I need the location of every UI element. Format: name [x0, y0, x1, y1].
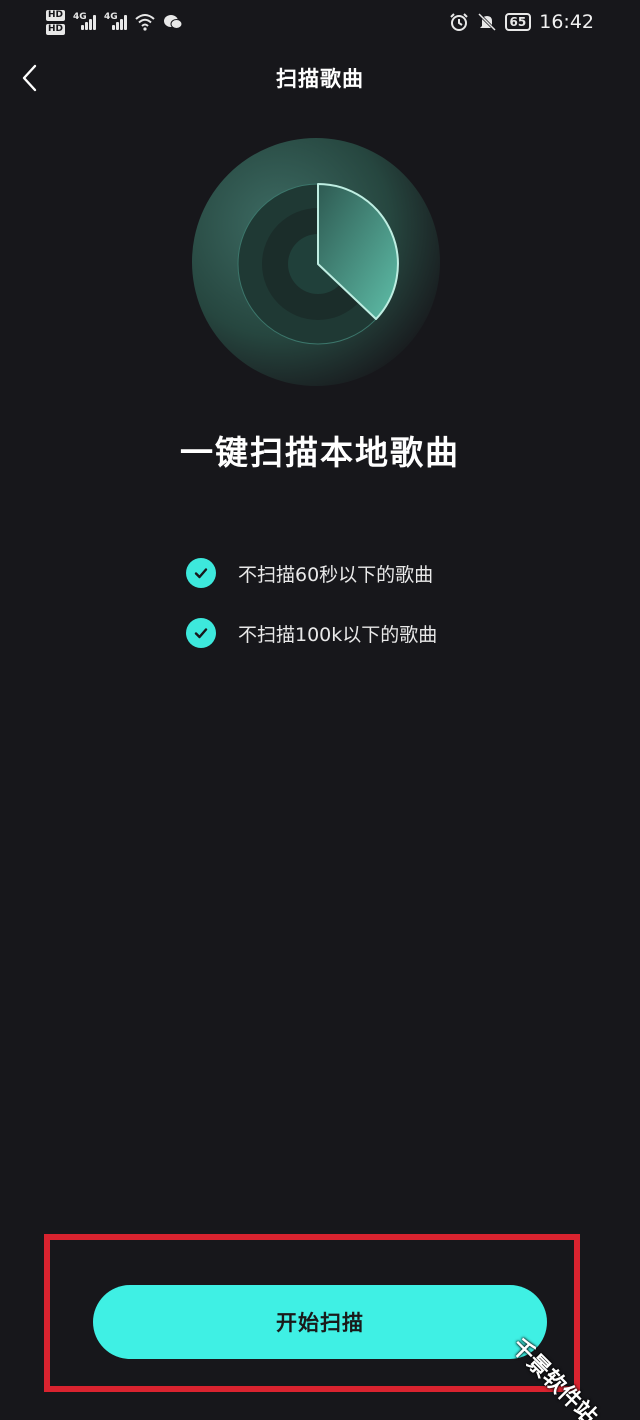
network-type-label: 4G — [104, 12, 118, 22]
hd-indicators: HD HD — [46, 9, 66, 35]
signal-icon: 4G — [104, 12, 128, 30]
page-title: 扫描歌曲 — [276, 67, 364, 91]
scan-rules-list: 不扫描60秒以下的歌曲 不扫描100k以下的歌曲 — [186, 556, 437, 676]
radar-scan-illustration — [192, 138, 440, 386]
network-type-label: 4G — [73, 12, 87, 22]
back-button[interactable] — [10, 58, 50, 98]
rule-label: 不扫描100k以下的歌曲 — [238, 623, 438, 646]
status-left: HD HD 4G 4G — [46, 9, 183, 35]
battery-icon: 65 — [504, 13, 532, 31]
start-scan-label: 开始扫描 — [276, 1312, 364, 1335]
mute-icon — [477, 12, 496, 32]
headline: 一键扫描本地歌曲 — [180, 433, 460, 472]
chevron-left-icon — [22, 64, 37, 92]
clock-time: 16:42 — [539, 11, 594, 33]
status-right: 65 16:42 — [449, 11, 594, 33]
list-item: 不扫描60秒以下的歌曲 — [186, 556, 437, 590]
check-icon — [186, 618, 216, 648]
signal-icon: 4G — [73, 12, 97, 30]
rule-label: 不扫描60秒以下的歌曲 — [238, 563, 434, 586]
hd-badge: HD — [46, 9, 66, 21]
wifi-icon — [135, 14, 155, 31]
status-bar: HD HD 4G 4G 65 16:42 — [0, 0, 640, 44]
alarm-icon — [449, 13, 468, 31]
check-icon — [186, 558, 216, 588]
wechat-icon — [164, 15, 183, 29]
start-scan-button[interactable]: 开始扫描 — [93, 1285, 547, 1359]
hd-badge: HD — [46, 23, 66, 35]
app-header: 扫描歌曲 — [0, 52, 640, 104]
list-item: 不扫描100k以下的歌曲 — [186, 616, 437, 650]
